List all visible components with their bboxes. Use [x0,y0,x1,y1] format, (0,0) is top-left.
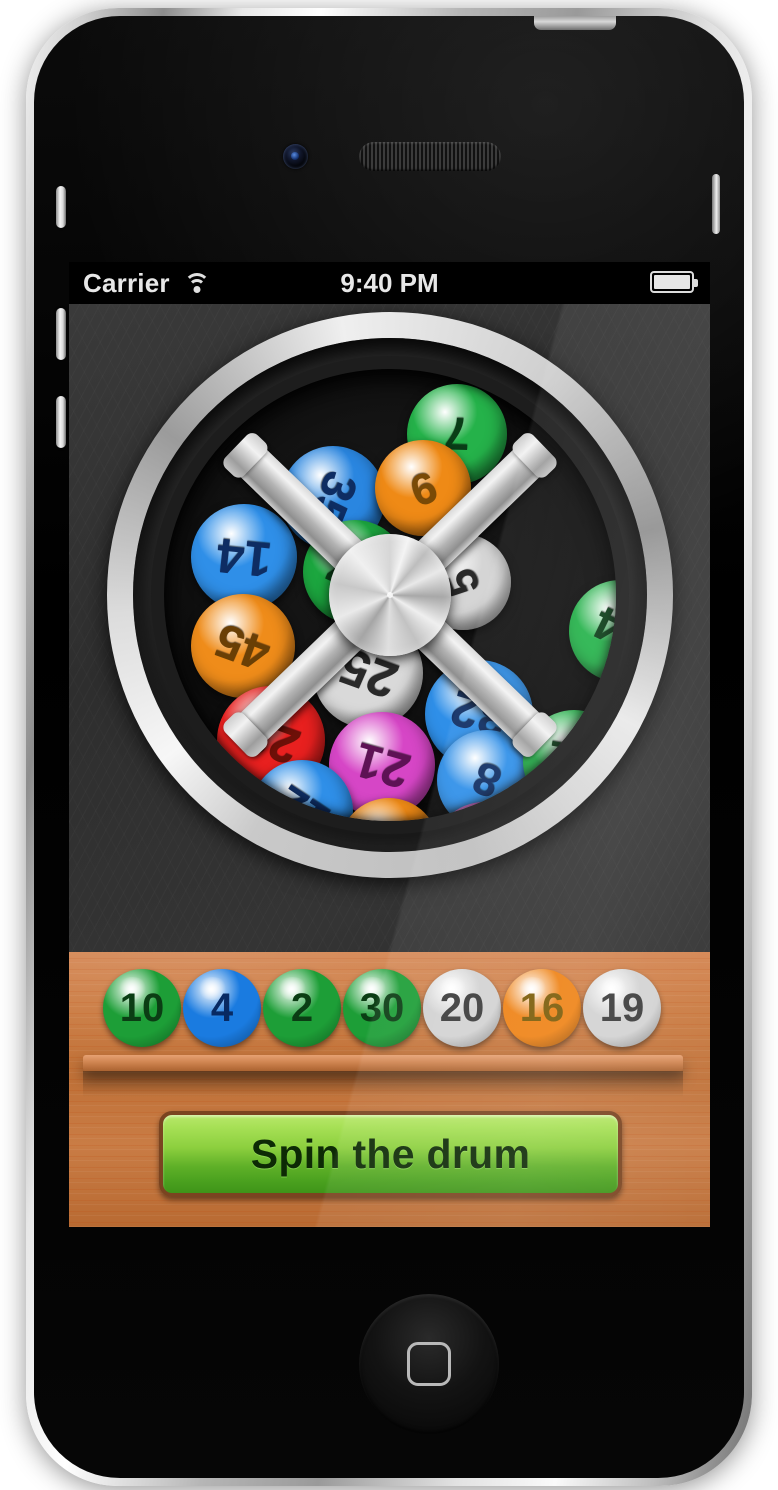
volume-down-button[interactable] [56,396,66,448]
home-button-icon [407,1342,451,1386]
power-button[interactable] [534,16,616,30]
result-ball-number: 2 [290,985,314,1030]
result-ball-number: 16 [519,985,565,1030]
phone-screen: Carrier 9:40 PM 35 14 7 9 37 5 45 25 28 32 34 21 12 8… [69,262,710,1227]
sim-tray [712,174,720,234]
battery-icon [650,271,698,293]
result-ball: 20 [423,969,501,1047]
result-ball: 2 [263,969,341,1047]
result-ball-row: 10 4 2 30 20 16 19 [103,968,678,1048]
home-button[interactable] [359,1294,499,1434]
mute-switch[interactable] [56,186,66,228]
result-ball: 16 [503,969,581,1047]
spin-the-drum-button[interactable]: Spin the drum [159,1111,622,1197]
front-camera-icon [283,144,308,169]
volume-up-button[interactable] [56,308,66,360]
result-ball-number: 19 [599,985,645,1030]
result-ball-number: 10 [119,985,165,1030]
result-ball-number: 20 [439,985,485,1030]
result-ball: 30 [343,969,421,1047]
iphone-mockup: Carrier 9:40 PM 35 14 7 9 37 5 45 25 28 32 34 21 12 8… [0,0,778,1490]
result-ball: 19 [583,969,661,1047]
result-ball: 4 [183,969,261,1047]
shelf-shadow [83,1071,683,1097]
earpiece-speaker-icon [359,142,501,171]
result-ball: 10 [103,969,181,1047]
result-ball-number: 4 [210,985,234,1030]
wood-shelf-panel: 10 4 2 30 20 16 19 Spin the drum [69,952,710,1227]
shelf-lip [83,1055,683,1071]
status-bar: Carrier 9:40 PM [69,262,710,304]
drum-gap-ring [151,356,629,834]
drum-ball-number: 38 [540,812,597,822]
lottery-drum[interactable]: 3514793754525283234211284136938 [107,312,673,878]
result-ball-number: 30 [359,985,405,1030]
clock-label: 9:40 PM [340,267,439,298]
spin-button-label: Spin the drum [250,1130,531,1177]
